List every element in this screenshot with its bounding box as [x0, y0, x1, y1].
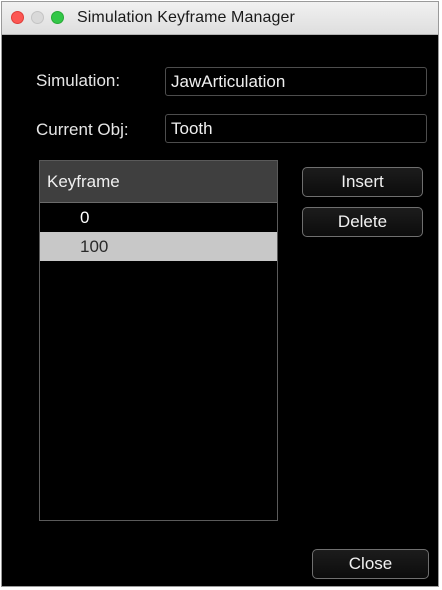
keyframe-table[interactable]: Keyframe 0 100 — [39, 160, 278, 521]
title-bar[interactable]: Simulation Keyframe Manager — [2, 2, 438, 35]
simulation-label: Simulation: — [36, 71, 121, 90]
keyframe-manager-window: Simulation Keyframe Manager Simulation: … — [1, 1, 439, 587]
simulation-field[interactable]: JawArticulation — [165, 67, 427, 96]
table-row-selected[interactable]: 100 — [40, 232, 277, 261]
keyframe-column-header[interactable]: Keyframe — [40, 161, 277, 203]
window-title: Simulation Keyframe Manager — [77, 9, 295, 26]
minimize-window-icon[interactable] — [31, 11, 44, 24]
table-row[interactable]: 0 — [40, 203, 277, 232]
zoom-window-icon[interactable] — [51, 11, 64, 24]
current-obj-field[interactable]: Tooth — [165, 114, 427, 143]
close-button[interactable]: Close — [312, 549, 429, 579]
insert-button[interactable]: Insert — [302, 167, 423, 197]
delete-button[interactable]: Delete — [302, 207, 423, 237]
current-obj-label: Current Obj: — [36, 120, 129, 139]
close-window-icon[interactable] — [11, 11, 24, 24]
